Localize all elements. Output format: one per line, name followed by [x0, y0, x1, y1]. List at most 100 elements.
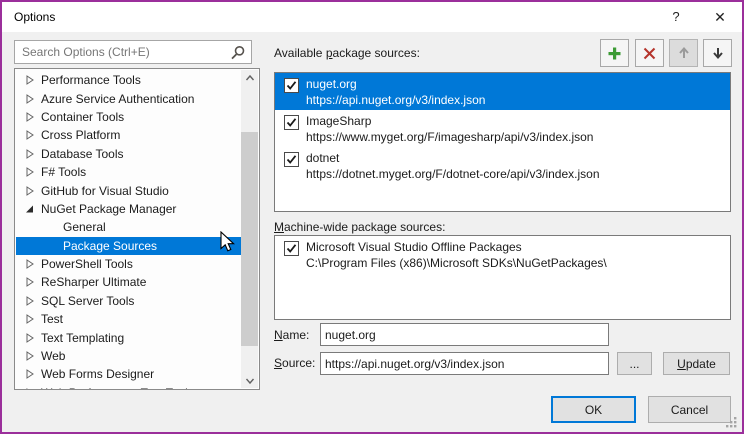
scrollbar-thumb[interactable] — [241, 132, 258, 346]
expander-collapsed-icon[interactable] — [24, 313, 36, 325]
source-name: nuget.org — [306, 76, 726, 92]
source-name: ImageSharp — [306, 113, 726, 129]
tree-item-resharper-ultimate[interactable]: ReSharper Ultimate — [16, 273, 241, 291]
tree-item-f-tools[interactable]: F# Tools — [16, 163, 241, 181]
expander-expanded-icon[interactable] — [24, 203, 36, 215]
tree-item-label: Container Tools — [41, 110, 124, 124]
expander-collapsed-icon[interactable] — [24, 332, 36, 344]
tree-item-label: PowerShell Tools — [41, 257, 133, 271]
machine-wide-sources-list: Microsoft Visual Studio Offline Packages… — [274, 235, 731, 320]
package-source-row-dotnet[interactable]: dotnethttps://dotnet.myget.org/F/dotnet-… — [275, 147, 730, 184]
move-up-button[interactable] — [669, 39, 698, 67]
tree-item-web-performance-test-tools[interactable]: Web Performance Test Tools — [16, 384, 241, 389]
options-tree: Performance Tools Azure Service Authentic… — [14, 68, 260, 390]
resize-grip[interactable] — [726, 417, 737, 428]
package-source-row-microsoft-visual-studio-offline-packages[interactable]: Microsoft Visual Studio Offline Packages… — [275, 236, 730, 273]
expander-collapsed-icon[interactable] — [24, 258, 36, 270]
source-url: https://api.nuget.org/v3/index.json — [306, 92, 726, 108]
expander-collapsed-icon[interactable] — [24, 276, 36, 288]
tree-item-azure-service-authentication[interactable]: Azure Service Authentication — [16, 89, 241, 107]
tree-item-general[interactable]: General — [16, 218, 241, 236]
source-enabled-checkbox[interactable] — [284, 115, 299, 130]
remove-source-button[interactable] — [635, 39, 664, 67]
source-enabled-checkbox[interactable] — [284, 241, 299, 256]
expander-collapsed-icon[interactable] — [24, 129, 36, 141]
close-button[interactable]: ✕ — [702, 2, 738, 32]
remove-icon — [642, 46, 657, 61]
tree-item-label: Database Tools — [41, 147, 124, 161]
tree-item-label: Web Forms Designer — [41, 367, 154, 381]
expander-collapsed-icon[interactable] — [24, 295, 36, 307]
tree-item-cross-platform[interactable]: Cross Platform — [16, 126, 241, 144]
source-name: dotnet — [306, 150, 726, 166]
tree-item-web[interactable]: Web — [16, 347, 241, 365]
browse-button[interactable]: ... — [617, 352, 652, 375]
search-input[interactable] — [20, 42, 225, 62]
source-name: Microsoft Visual Studio Offline Packages — [306, 239, 726, 255]
tree-item-package-sources[interactable]: Package Sources — [16, 237, 241, 255]
search-box — [14, 40, 252, 64]
expander-collapsed-icon[interactable] — [24, 93, 36, 105]
expander-collapsed-icon[interactable] — [24, 74, 36, 86]
tree-item-sql-server-tools[interactable]: SQL Server Tools — [16, 292, 241, 310]
tree-item-label: Web Performance Test Tools — [41, 386, 194, 389]
source-enabled-checkbox[interactable] — [284, 152, 299, 167]
tree-item-container-tools[interactable]: Container Tools — [16, 108, 241, 126]
tree-item-label: Azure Service Authentication — [41, 92, 194, 106]
machine-wide-label: Machine-wide package sources: — [274, 220, 445, 234]
expander-collapsed-icon[interactable] — [24, 111, 36, 123]
tree-item-label: Web — [41, 349, 65, 363]
ok-button[interactable]: OK — [551, 396, 636, 423]
tree-item-test[interactable]: Test — [16, 310, 241, 328]
tree-item-label: General — [63, 220, 106, 234]
name-label: Name: — [274, 328, 309, 342]
update-button[interactable]: Update — [663, 352, 730, 375]
tree-item-label: F# Tools — [41, 165, 86, 179]
expander-collapsed-icon[interactable] — [24, 387, 36, 389]
available-sources-list: nuget.orghttps://api.nuget.org/v3/index.… — [274, 72, 731, 212]
tree-item-database-tools[interactable]: Database Tools — [16, 145, 241, 163]
tree-item-label: SQL Server Tools — [41, 294, 134, 308]
arrow-down-icon — [711, 46, 725, 60]
source-url: https://dotnet.myget.org/F/dotnet-core/a… — [306, 166, 726, 182]
tree-item-label: ReSharper Ultimate — [41, 275, 146, 289]
tree-item-label: GitHub for Visual Studio — [41, 184, 169, 198]
move-down-button[interactable] — [703, 39, 732, 67]
tree-item-label: Performance Tools — [41, 73, 141, 87]
help-button[interactable]: ? — [658, 2, 694, 32]
title-bar[interactable]: Options ? ✕ — [2, 2, 742, 32]
window-title: Options — [14, 10, 55, 24]
source-input[interactable] — [320, 352, 609, 375]
tree-item-github-for-visual-studio[interactable]: GitHub for Visual Studio — [16, 181, 241, 199]
search-icon — [230, 45, 246, 61]
tree-item-nuget-package-manager[interactable]: NuGet Package Manager — [16, 200, 241, 218]
arrow-up-icon — [677, 46, 691, 60]
tree-item-text-templating[interactable]: Text Templating — [16, 328, 241, 346]
options-dialog: Options ? ✕ Performance Tools Azure Servi… — [0, 0, 744, 434]
expander-collapsed-icon[interactable] — [24, 350, 36, 362]
cancel-button[interactable]: Cancel — [648, 396, 731, 423]
package-source-row-nuget-org[interactable]: nuget.orghttps://api.nuget.org/v3/index.… — [275, 73, 730, 110]
tree-item-label: Package Sources — [63, 239, 157, 253]
source-url: C:\Program Files (x86)\Microsoft SDKs\Nu… — [306, 255, 726, 271]
add-icon — [607, 46, 622, 61]
tree-item-web-forms-designer[interactable]: Web Forms Designer — [16, 365, 241, 383]
source-url: https://www.myget.org/F/imagesharp/api/v… — [306, 129, 726, 145]
source-label: Source: — [274, 356, 315, 370]
tree-item-performance-tools[interactable]: Performance Tools — [16, 71, 241, 89]
source-enabled-checkbox[interactable] — [284, 78, 299, 93]
add-source-button[interactable] — [600, 39, 629, 67]
package-source-row-imagesharp[interactable]: ImageSharphttps://www.myget.org/F/images… — [275, 110, 730, 147]
scroll-down-icon[interactable] — [241, 373, 258, 388]
scroll-up-icon[interactable] — [241, 70, 258, 85]
expander-collapsed-icon[interactable] — [24, 368, 36, 380]
tree-scrollbar[interactable] — [241, 70, 258, 388]
tree-item-label: Test — [41, 312, 63, 326]
tree-item-powershell-tools[interactable]: PowerShell Tools — [16, 255, 241, 273]
expander-collapsed-icon[interactable] — [24, 148, 36, 160]
tree-item-label: Text Templating — [41, 331, 124, 345]
expander-collapsed-icon[interactable] — [24, 185, 36, 197]
name-input[interactable] — [320, 323, 609, 346]
expander-collapsed-icon[interactable] — [24, 166, 36, 178]
tree-item-label: Cross Platform — [41, 128, 120, 142]
